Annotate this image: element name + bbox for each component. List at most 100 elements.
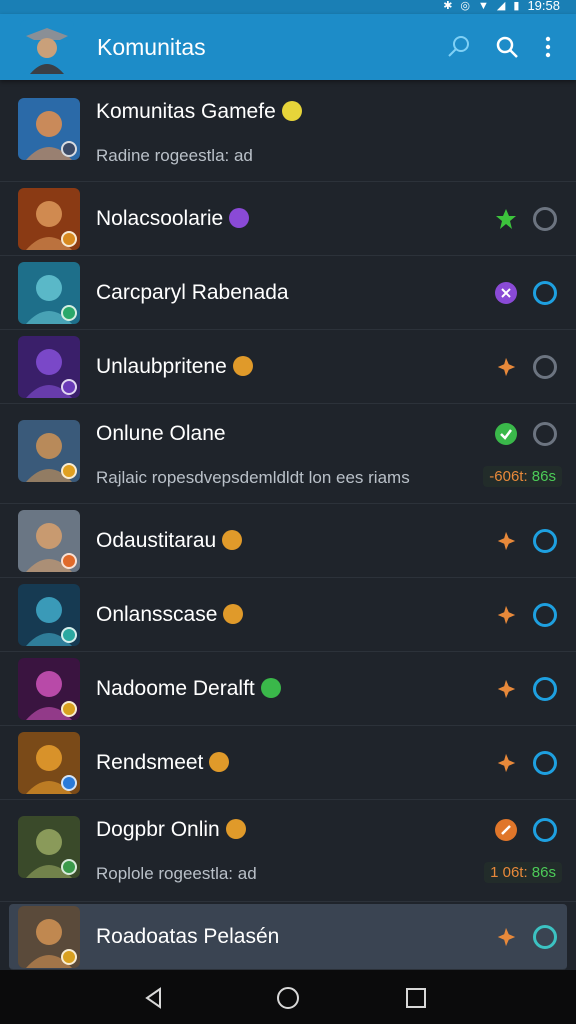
community-name-text: Onlansscase (96, 603, 218, 626)
list-item[interactable]: Dogpbr Onlin Roplole rogeestla: ad 1 06t: … (0, 800, 576, 902)
community-name-text: Nadoome Deralft (96, 677, 255, 700)
avatar-badge (61, 305, 77, 321)
search-icon[interactable] (492, 32, 522, 62)
avatar-badge (61, 141, 77, 157)
community-name: Nadoome Deralft (96, 677, 281, 701)
select-radio[interactable] (533, 603, 557, 627)
avatar-badge (61, 379, 77, 395)
avatar-badge (61, 701, 77, 717)
avatar (18, 658, 80, 720)
avatar-badge (61, 775, 77, 791)
orange-star-icon[interactable] (494, 355, 518, 379)
list-item[interactable]: Nolacsoolarie (0, 182, 576, 256)
bluetooth-icon: ✱ (443, 0, 453, 12)
avatar (18, 510, 80, 572)
status-time: 19:58 (527, 0, 560, 13)
list-item[interactable]: Nadoome Deralft (0, 652, 576, 726)
avatar-badge (61, 231, 77, 247)
list-item[interactable]: Rendsmeet (0, 726, 576, 800)
avatar (18, 732, 80, 794)
list-item[interactable]: Roadoatas Pelasén (9, 904, 567, 970)
home-icon[interactable] (274, 984, 302, 1012)
avatar (18, 336, 80, 398)
select-radio[interactable] (533, 281, 557, 305)
list-item[interactable]: Komunitas Gamefe Radine rogeestla: ad (0, 82, 576, 182)
community-list: Komunitas Gamefe Radine rogeestla: ad Nola… (0, 82, 576, 970)
activity-stat: 1 06t: 86s (484, 862, 562, 883)
recents-icon[interactable] (402, 984, 430, 1012)
stat-time: 1 06t: (490, 864, 528, 881)
stat-time: -606t: (489, 468, 528, 485)
select-radio[interactable] (533, 207, 557, 231)
community-name-text: Unlaubpritene (96, 355, 227, 378)
orange-star-icon[interactable] (494, 677, 518, 701)
community-subtitle: Radine rogeestla: ad (96, 146, 253, 165)
emoji-icon (260, 678, 281, 698)
select-radio[interactable] (533, 925, 557, 949)
community-name: Carcparyl Rabenada (96, 281, 289, 305)
community-name-text: Dogpbr Onlin (96, 818, 220, 841)
list-item[interactable]: Onlansscase (0, 578, 576, 652)
more-options-icon[interactable] (533, 32, 563, 62)
avatar (18, 584, 80, 646)
app-avatar[interactable] (20, 20, 74, 74)
list-item[interactable]: Onlune Olane Rajlaic ropesdvepsdemldldt l… (0, 404, 576, 504)
list-item[interactable]: Carcparyl Rabenada (0, 256, 576, 330)
back-icon[interactable] (140, 984, 168, 1012)
emoji-icon (223, 604, 244, 624)
green-star-icon[interactable] (494, 207, 518, 231)
select-radio[interactable] (533, 751, 557, 775)
emoji-icon (225, 819, 246, 839)
select-radio[interactable] (533, 529, 557, 553)
community-name-text: Nolacsoolarie (96, 207, 224, 230)
status-bar: ✱ ◎ ▼ ◢ ▮ 19:58 (0, 0, 576, 14)
page-title: Komunitas (97, 34, 206, 60)
orange-star-icon[interactable] (494, 925, 518, 949)
avatar (18, 98, 80, 160)
select-radio[interactable] (533, 355, 557, 379)
emoji-icon (232, 356, 253, 376)
community-name: Onlansscase (96, 603, 244, 627)
translate-icon[interactable] (444, 32, 474, 62)
app-bar: Komunitas (0, 14, 576, 80)
avatar-badge (61, 859, 77, 875)
community-name: Komunitas Gamefe (96, 100, 302, 124)
community-subtitle: Rajlaic ropesdvepsdemldldt lon ees riams (96, 468, 410, 487)
emoji-icon (229, 208, 250, 228)
avatar (18, 816, 80, 878)
community-name-text: Onlune Olane (96, 422, 226, 445)
avatar (18, 188, 80, 250)
community-name-text: Odaustitarau (96, 529, 217, 552)
select-radio[interactable] (533, 677, 557, 701)
list-item[interactable]: Odaustitarau (0, 504, 576, 578)
list-item[interactable]: Unlaubpritene (0, 330, 576, 404)
community-name: Rendsmeet (96, 751, 230, 775)
purple-x-icon[interactable] (494, 281, 518, 305)
select-radio[interactable] (533, 422, 557, 446)
system-navigation-bar (0, 970, 576, 1024)
community-name: Nolacsoolarie (96, 207, 250, 231)
avatar (18, 420, 80, 482)
orange-slash-icon[interactable] (494, 818, 518, 842)
activity-stat: -606t: 86s (483, 466, 562, 487)
community-name-text: Komunitas Gamefe (96, 100, 276, 123)
emoji-icon (222, 530, 243, 550)
select-radio[interactable] (533, 818, 557, 842)
avatar (18, 906, 80, 968)
community-name: Dogpbr Onlin (96, 818, 246, 842)
battery-icon: ▮ (513, 0, 520, 12)
orange-star-icon[interactable] (494, 751, 518, 775)
stat-count: 86s (527, 468, 556, 485)
stat-count: 86s (527, 864, 556, 881)
orange-star-icon[interactable] (494, 603, 518, 627)
avatar-badge (61, 627, 77, 643)
check-circle-icon[interactable] (494, 422, 518, 446)
orange-star-icon[interactable] (494, 529, 518, 553)
alarm-icon: ◎ (460, 0, 471, 12)
avatar-badge (61, 463, 77, 479)
community-name-text: Carcparyl Rabenada (96, 281, 289, 304)
community-name: Unlaubpritene (96, 355, 253, 379)
wifi-icon: ▼ (478, 0, 489, 12)
signal-icon: ◢ (496, 0, 506, 12)
community-name: Roadoatas Pelasén (96, 925, 279, 949)
